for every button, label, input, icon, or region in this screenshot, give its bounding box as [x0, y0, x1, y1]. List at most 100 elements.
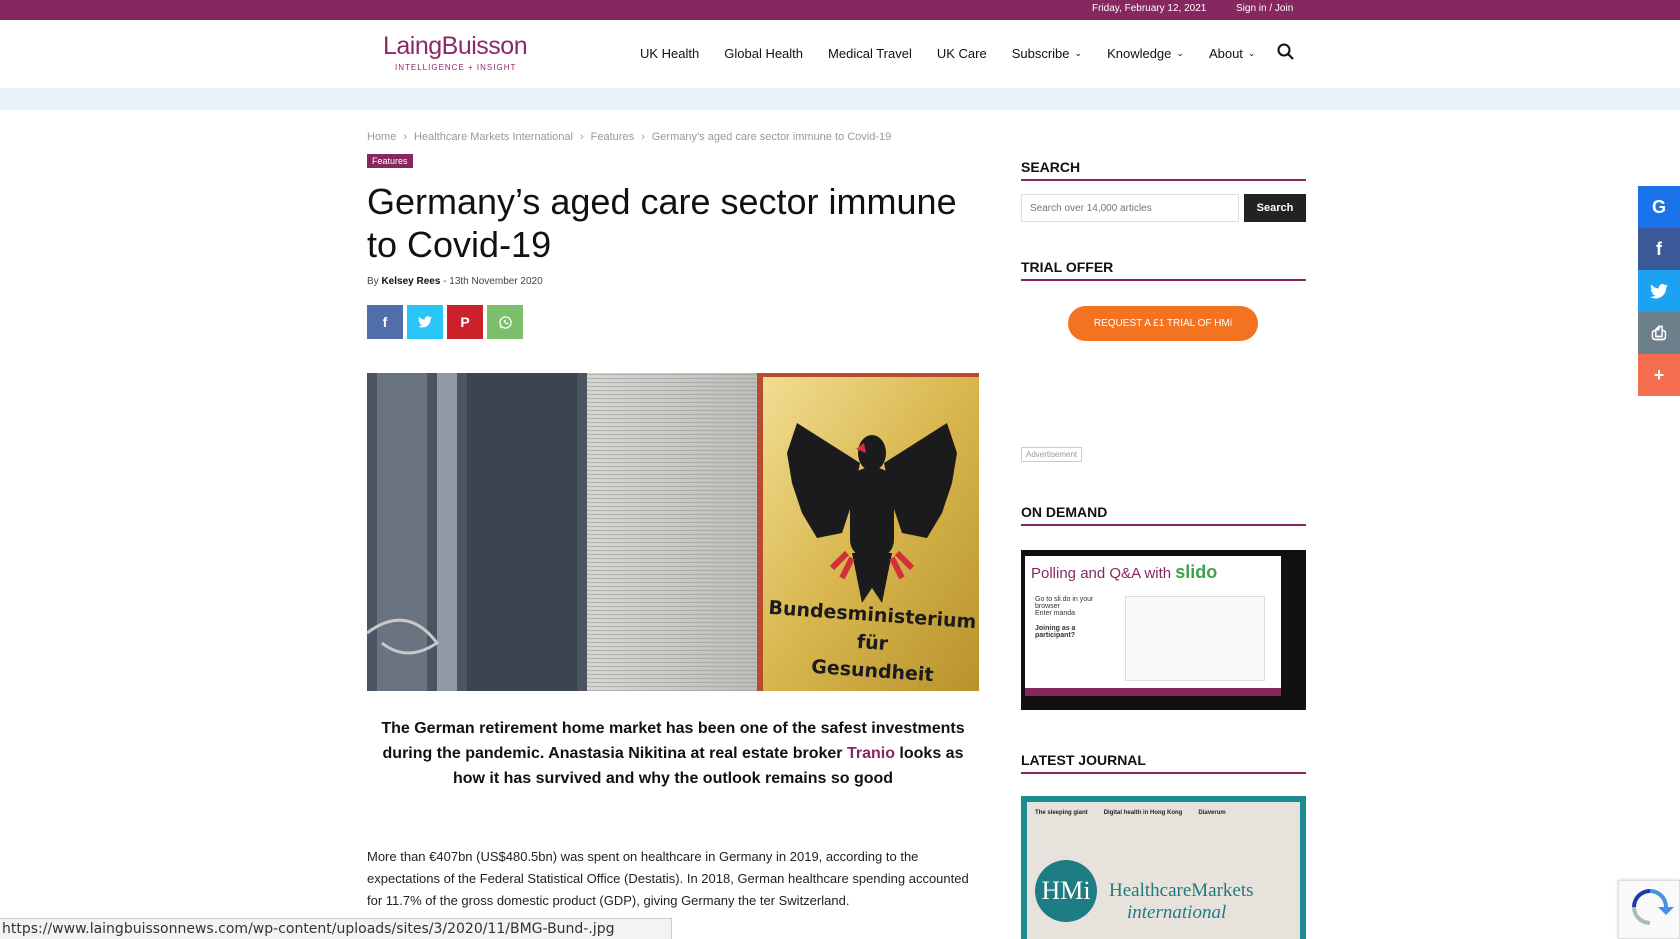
slide-bullets: Go to sli.do in your browser Enter manda… [1035, 596, 1105, 639]
journal-headline: Digital health in Hong Kong [1103, 810, 1183, 816]
recaptcha-badge[interactable] [1618, 880, 1680, 939]
slide-heading: Polling and Q&A with slido [1031, 562, 1217, 583]
advertisement-label: Advertisement [1021, 447, 1083, 462]
sign-line-2: für [856, 631, 889, 655]
body-paragraph: More than €407bn (US$480.5bn) was spent … [367, 849, 969, 908]
nav-label: Medical Travel [828, 46, 912, 61]
twitter-share-button[interactable] [407, 305, 443, 339]
logo-tagline: INTELLIGENCE + INSIGHT [395, 63, 517, 72]
facebook-icon: f [382, 314, 388, 330]
facebook-share-button[interactable]: f [1638, 228, 1680, 270]
google-icon: G [1651, 196, 1666, 217]
slide-bullet: Enter manda [1035, 610, 1076, 617]
ministry-sign-photo: Bundesministerium für Gesundheit [367, 373, 979, 691]
article-byline: By Kelsey Rees - 13th November 2020 [367, 276, 543, 287]
breadcrumb-separator: › [403, 131, 408, 143]
more-share-button[interactable]: + [1638, 354, 1680, 396]
print-button[interactable]: ⎙ [1638, 312, 1680, 354]
search-button[interactable]: Search [1244, 194, 1306, 222]
chevron-down-icon: ⌄ [1074, 48, 1083, 58]
journal-headline: Diaverum [1198, 810, 1226, 816]
on-demand-video[interactable]: Polling and Q&A with slido Go to sli.do … [1021, 550, 1306, 710]
print-icon: ⎙ [1651, 322, 1667, 343]
nav-uk-care[interactable]: UK Care [937, 46, 987, 61]
breadcrumb-separator: › [579, 131, 584, 143]
facebook-icon: f [1656, 238, 1662, 259]
body-paragraph-tail: ter Switzerland. [759, 893, 850, 908]
pinterest-icon: P [460, 314, 470, 330]
share-buttons: f P [367, 305, 527, 339]
facebook-share-button[interactable]: f [367, 305, 403, 339]
current-date: Friday, February 12, 2021 [1092, 3, 1207, 14]
byline-prefix: By [367, 276, 379, 287]
twitter-icon [1650, 283, 1668, 299]
nav-uk-health[interactable]: UK Health [640, 46, 699, 61]
latest-journal-title: LATEST JOURNAL [1021, 752, 1306, 774]
plus-icon: + [1653, 364, 1665, 385]
breadcrumb-current: Germany’s aged care sector immune to Cov… [651, 131, 892, 143]
search-widget-title: SEARCH [1021, 159, 1306, 181]
journal-headline: The sleeping giant [1035, 810, 1088, 816]
breadcrumb-separator: › [641, 131, 645, 143]
article-title: Germany’s aged care sector immune to Cov… [367, 181, 957, 265]
latest-journal-cover[interactable]: The sleeping giant Digital health in Hon… [1021, 796, 1306, 939]
author-name[interactable]: Kelsey Rees [381, 276, 440, 287]
main-nav: UK Health Global Health Medical Travel U… [640, 46, 1280, 61]
nav-label: UK Care [936, 46, 987, 61]
top-bar: Friday, February 12, 2021 Sign in / Join [0, 0, 1680, 20]
chevron-down-icon: ⌄ [1176, 48, 1184, 58]
slide-bullet: Go to sli.do in your browser [1035, 596, 1094, 610]
journal-headlines: The sleeping giant Digital health in Hon… [1035, 810, 1226, 816]
twitter-share-button[interactable] [1638, 270, 1680, 312]
pinterest-share-button[interactable]: P [447, 305, 483, 339]
sign-in-link[interactable]: Sign in / Join [1236, 3, 1293, 14]
header-strip [0, 89, 1680, 110]
site-header: LaingBuisson INTELLIGENCE + INSIGHT UK H… [0, 20, 1680, 89]
breadcrumb: Home › Healthcare Markets International › … [367, 131, 891, 143]
trial-offer-button[interactable]: REQUEST A £1 TRIAL OF HMi [1068, 306, 1258, 341]
trial-offer-title: TRIAL OFFER [1021, 259, 1306, 281]
nav-label: About [1208, 46, 1243, 61]
nav-label: UK Health [640, 46, 700, 61]
journal-brand: HealthcareMarkets [1109, 880, 1254, 901]
nav-label: Knowledge [1107, 46, 1172, 61]
nav-subscribe[interactable]: Subscribe ⌄ [1012, 46, 1082, 61]
slide-footer [1025, 688, 1281, 696]
whatsapp-share-button[interactable] [487, 305, 523, 339]
hmi-logo: HMi [1035, 860, 1097, 922]
site-logo[interactable]: LaingBuisson INTELLIGENCE + INSIGHT [383, 32, 528, 72]
nav-medical-travel[interactable]: Medical Travel [828, 46, 912, 61]
slide-join-text: Joining as a participant? [1035, 625, 1076, 639]
nav-knowledge[interactable]: Knowledge ⌄ [1107, 46, 1184, 61]
article-hero-image[interactable]: Bundesministerium für Gesundheit [367, 373, 979, 691]
breadcrumb-hmi[interactable]: Healthcare Markets International [414, 131, 573, 143]
article-body: More than €407bn (US$480.5bn) was spent … [367, 846, 979, 912]
tranio-link[interactable]: Tranio [847, 745, 895, 762]
category-badge[interactable]: Features [367, 154, 413, 168]
browser-status-bar: https://www.laingbuissonnews.com/wp-cont… [0, 918, 672, 939]
slido-logo: slido [1175, 562, 1218, 582]
google-share-button[interactable]: G [1638, 186, 1680, 228]
slide-screenshot [1125, 596, 1265, 681]
nav-about[interactable]: About ⌄ [1209, 46, 1256, 61]
slide-heading-text: Polling and Q&A with [1031, 565, 1176, 582]
twitter-icon [418, 316, 432, 328]
journal-brand-2: international [1127, 902, 1227, 923]
nav-global-health[interactable]: Global Health [724, 46, 803, 61]
search-icon[interactable] [1276, 42, 1296, 62]
nav-label: Global Health [724, 46, 804, 61]
article-date: 13th November 2020 [449, 276, 543, 287]
nav-label: Subscribe [1011, 46, 1070, 61]
breadcrumb-features[interactable]: Features [591, 131, 634, 143]
search-input[interactable] [1021, 194, 1239, 222]
breadcrumb-home[interactable]: Home [367, 131, 396, 143]
article-lead: The German retirement home market has be… [367, 716, 979, 791]
whatsapp-icon [498, 315, 512, 329]
floating-share-bar: G f ⎙ + [1638, 186, 1680, 396]
logo-name: LaingBuisson [383, 32, 528, 60]
on-demand-title: ON DEMAND [1021, 504, 1306, 526]
video-slide: Polling and Q&A with slido Go to sli.do … [1025, 556, 1281, 696]
chevron-down-icon: ⌄ [1247, 48, 1256, 58]
journal-cover-page: The sleeping giant Digital health in Hon… [1027, 802, 1300, 939]
recaptcha-icon [1632, 889, 1674, 925]
